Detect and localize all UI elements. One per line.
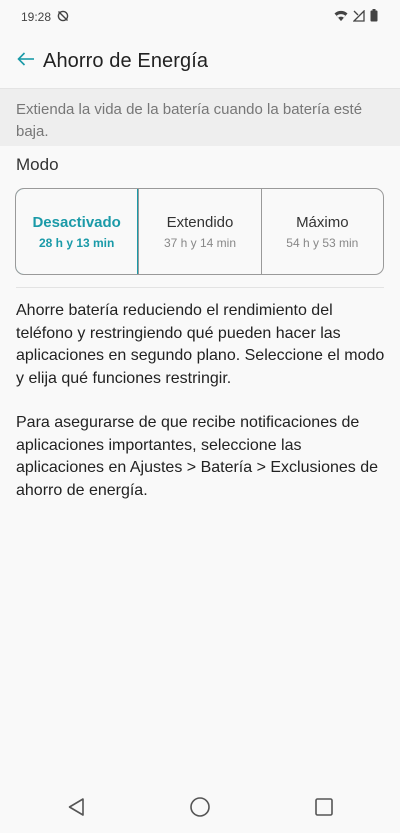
wifi-icon <box>334 10 348 25</box>
page-title: Ahorro de Energía <box>43 49 209 72</box>
back-triangle-icon <box>67 797 85 822</box>
mode-option-time: 37 h y 14 min <box>163 235 237 250</box>
divider <box>16 287 384 288</box>
mode-option-maximo[interactable]: Máximo 54 h y 53 min <box>260 189 383 274</box>
status-right <box>334 8 378 25</box>
arrow-left-icon <box>17 51 35 71</box>
app-bar: Ahorro de Energía <box>0 34 400 88</box>
mode-option-desactivado[interactable]: Desactivado 28 h y 13 min <box>16 189 139 274</box>
recents-square-icon <box>314 797 334 822</box>
mode-option-time: 54 h y 53 min <box>286 235 359 250</box>
status-time: 19:28 <box>21 10 52 24</box>
mode-section-label: Modo <box>16 155 59 174</box>
status-left: 19:28 <box>21 10 69 25</box>
back-button[interactable] <box>4 39 48 83</box>
mode-segmented-control: Desactivado 28 h y 13 min Extendido 37 h… <box>15 188 384 275</box>
mode-option-time: 28 h y 13 min <box>38 235 115 250</box>
nav-home-button[interactable] <box>180 789 220 829</box>
description-paragraph: Para asegurarse de que recibe notificaci… <box>16 414 378 499</box>
mode-option-name: Máximo <box>296 213 349 231</box>
mode-option-name: Desactivado <box>32 213 121 231</box>
nav-back-button[interactable] <box>56 789 96 829</box>
status-bar: 19:28 <box>0 0 400 34</box>
info-banner: Extienda la vida de la batería cuando la… <box>0 88 400 146</box>
banner-text: Extienda la vida de la batería cuando la… <box>16 101 363 140</box>
home-circle-icon <box>189 796 211 823</box>
battery-icon <box>370 9 378 25</box>
mode-option-extendido[interactable]: Extendido 37 h y 14 min <box>138 189 260 274</box>
navigation-bar <box>0 785 400 833</box>
do-not-disturb-off-icon <box>57 10 69 25</box>
signal-icon <box>352 8 365 25</box>
nav-recents-button[interactable] <box>304 789 344 829</box>
mode-option-name: Extendido <box>166 213 234 231</box>
description: Ahorre batería reduciendo el rendimiento… <box>16 300 388 524</box>
description-paragraph: Ahorre batería reduciendo el rendimiento… <box>16 302 385 387</box>
